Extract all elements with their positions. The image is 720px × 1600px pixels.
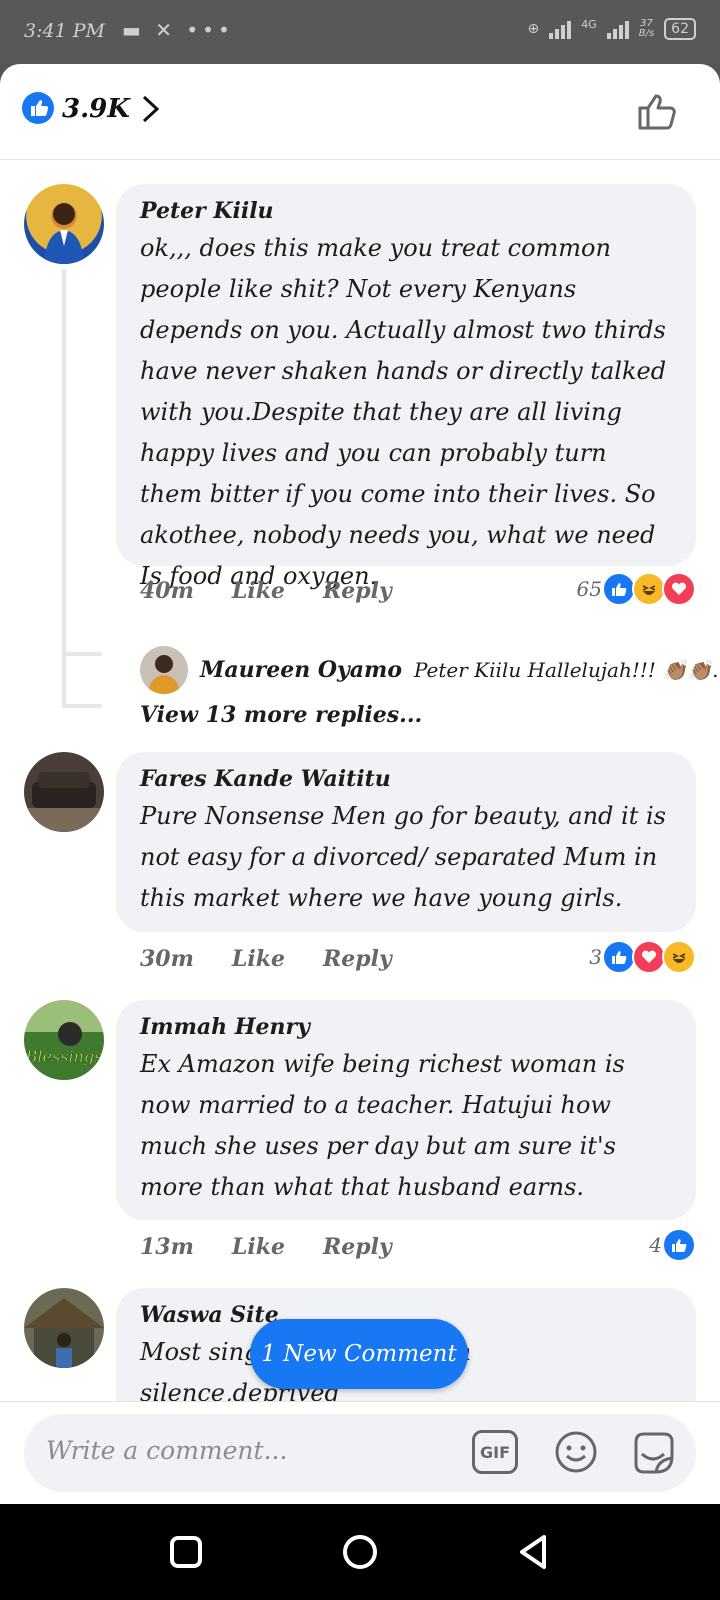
comments-sheet: 3.9K Peter Kiilu ok,,, does this make yo… (0, 64, 720, 1504)
comment-bubble[interactable]: Peter Kiilu ok,,, does this make you tre… (116, 184, 696, 590)
comment-bubble[interactable]: Fares Kande Waititu Pure Nonsense Men go… (116, 752, 696, 932)
reaction-count: 3 (589, 945, 602, 969)
reactions-header[interactable]: 3.9K (0, 64, 720, 160)
comment-actions: 30m Like Reply (140, 946, 392, 972)
comment-time: 40m (140, 578, 194, 604)
comment-reactions[interactable]: 65 (577, 572, 696, 606)
comment-time: 30m (140, 946, 194, 972)
like-button[interactable]: Like (232, 1234, 285, 1260)
comment-reactions[interactable]: 4 (649, 1228, 696, 1262)
sticker-icon[interactable] (630, 1430, 676, 1476)
back-icon[interactable] (514, 1532, 554, 1572)
avatar[interactable]: Blessings (24, 1000, 104, 1080)
add-circle-icon: ⊕ (527, 21, 540, 37)
reaction-count: 4 (649, 1233, 662, 1257)
like-button[interactable]: Like (232, 578, 285, 604)
avatar[interactable] (24, 184, 104, 264)
comment-input[interactable]: Write a comment... GIF (24, 1414, 696, 1492)
like-reaction-icon (22, 92, 54, 124)
status-time: 3:41 PM (24, 20, 105, 42)
home-icon[interactable] (340, 1532, 380, 1572)
system-nav-bar (0, 1504, 720, 1600)
view-more-replies-link[interactable]: View 13 more replies... (140, 702, 422, 728)
reply-text: Peter Kiilu Hallelujah!!! 👏🏽👏🏽... (414, 658, 720, 682)
reaction-count: 65 (576, 577, 602, 601)
data-speed: 37 B/s (638, 18, 655, 39)
comment-bubble[interactable]: Immah Henry Ex Amazon wife being richest… (116, 1000, 696, 1220)
comment-time: 13m (140, 1234, 194, 1260)
avatar[interactable] (24, 752, 104, 832)
signal-icon (549, 19, 572, 39)
reply-button[interactable]: Reply (323, 946, 392, 972)
thread-branch (62, 704, 102, 708)
chevron-right-icon[interactable] (140, 94, 162, 124)
haha-reaction-icon (632, 572, 666, 606)
composer-area: Write a comment... GIF (0, 1401, 720, 1504)
comment-author[interactable]: Immah Henry (140, 1014, 672, 1040)
recents-icon[interactable] (166, 1532, 206, 1572)
comment-text: Pure Nonsense Men go for beauty, and it … (140, 802, 666, 912)
haha-reaction-icon (662, 940, 696, 974)
status-bar: 3:41 PM ▬ ✕ ••• ⊕ 4G 37 B/s 62 (0, 0, 720, 64)
comment-input-placeholder: Write a comment... (46, 1436, 288, 1465)
comment-actions: 13m Like Reply (140, 1234, 392, 1260)
like-reaction-icon (602, 572, 636, 606)
thumbs-up-icon[interactable] (636, 88, 680, 132)
avatar[interactable] (24, 1288, 104, 1368)
emoji-icon[interactable] (554, 1430, 598, 1474)
comment-author[interactable]: Fares Kande Waititu (140, 766, 672, 792)
gif-button[interactable]: GIF (472, 1430, 518, 1474)
love-reaction-icon (662, 572, 696, 606)
signal-2-icon (606, 19, 629, 39)
thread-branch (62, 652, 102, 656)
comment-actions: 40m Like Reply (140, 578, 392, 604)
comment-text: Ex Amazon wife being richest woman is no… (140, 1050, 625, 1201)
status-right: ⊕ 4G 37 B/s 62 (527, 18, 696, 40)
comment-reactions[interactable]: 3 (589, 940, 696, 974)
like-button[interactable]: Like (232, 946, 285, 972)
reply-avatar[interactable] (140, 646, 188, 694)
reply-preview[interactable]: Maureen Oyamo Peter Kiilu Hallelujah!!! … (200, 646, 720, 694)
reply-button[interactable]: Reply (323, 1234, 392, 1260)
new-comment-button[interactable]: 1 New Comment (250, 1319, 468, 1389)
comment-text: ok,,, does this make you treat common pe… (140, 234, 667, 590)
network-type: 4G (581, 18, 597, 31)
reply-author[interactable]: Maureen Oyamo (200, 657, 402, 683)
like-reaction-icon (602, 940, 636, 974)
like-reaction-icon (662, 1228, 696, 1262)
love-reaction-icon (632, 940, 666, 974)
notification-icons: ▬ ✕ ••• (122, 18, 234, 42)
reaction-count[interactable]: 3.9K (62, 94, 130, 124)
thread-line (62, 269, 66, 707)
comment-author[interactable]: Peter Kiilu (140, 198, 672, 224)
reply-button[interactable]: Reply (323, 578, 392, 604)
svg-text:Blessings: Blessings (25, 1047, 103, 1066)
battery-icon: 62 (664, 18, 696, 40)
